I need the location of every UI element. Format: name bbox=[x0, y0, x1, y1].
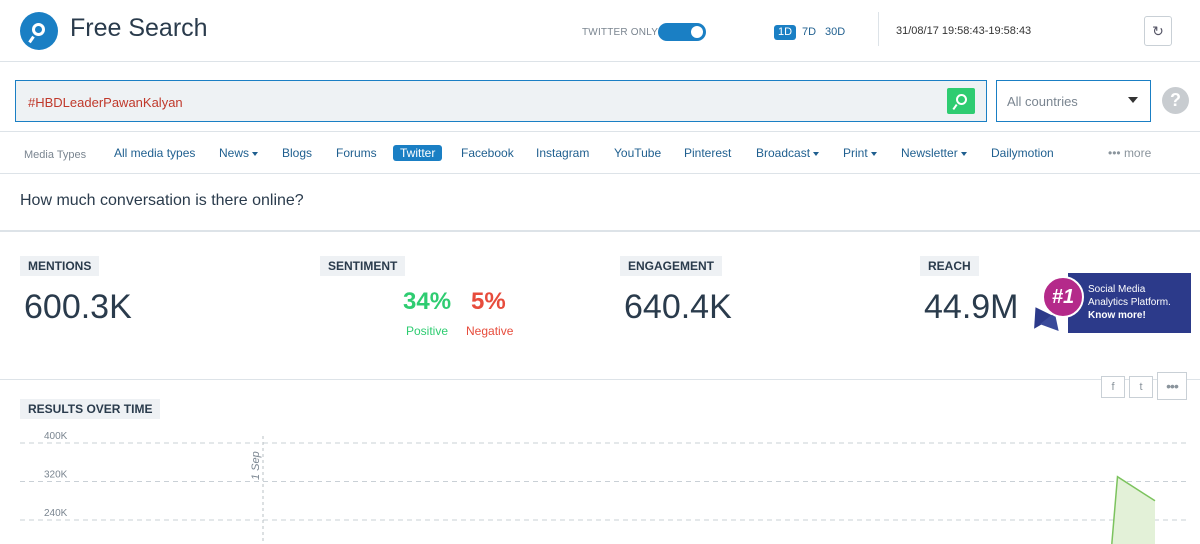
promo-text: Social Media Analytics Platform. Know mo… bbox=[1088, 284, 1171, 321]
media-news-dropdown[interactable]: News bbox=[219, 146, 259, 160]
country-select[interactable]: All countries bbox=[996, 80, 1151, 122]
search-input[interactable] bbox=[28, 92, 928, 112]
facebook-icon: f bbox=[1111, 381, 1115, 393]
search-icon bbox=[956, 94, 967, 105]
media-blogs[interactable]: Blogs bbox=[282, 146, 312, 160]
more-options-button[interactable]: ••• bbox=[1157, 372, 1187, 400]
media-facebook[interactable]: Facebook bbox=[461, 146, 514, 160]
app-title: Free Search bbox=[70, 14, 208, 42]
search-button[interactable] bbox=[947, 88, 975, 114]
refresh-icon: ↻ bbox=[1152, 23, 1164, 39]
stats-row: MENTIONS 600.3K SENTIMENT 34% Positive 5… bbox=[0, 232, 1200, 380]
media-broadcast-dropdown[interactable]: Broadcast bbox=[756, 146, 820, 160]
reach-value: 44.9M bbox=[924, 288, 1019, 326]
award-badge-icon: #1 bbox=[1042, 276, 1084, 318]
help-icon[interactable]: ? bbox=[1162, 87, 1189, 114]
chevron-down-icon bbox=[870, 151, 877, 156]
media-types-label: Media Types bbox=[24, 149, 87, 161]
chevron-down-icon bbox=[960, 151, 967, 156]
range-7d-button[interactable]: 7D bbox=[802, 25, 816, 40]
datetime-range[interactable]: 31/08/17 19:58:43-19:58:43 bbox=[896, 25, 1031, 37]
search-box bbox=[15, 80, 987, 122]
mentions-label: MENTIONS bbox=[20, 256, 100, 276]
y-tick-label: 320K bbox=[44, 470, 68, 481]
engagement-value: 640.4K bbox=[624, 288, 732, 326]
caret-down-icon bbox=[1128, 97, 1138, 103]
search-row: All countries ? bbox=[0, 62, 1200, 132]
question-row: How much conversation is there online? bbox=[0, 174, 1200, 232]
media-more-button[interactable]: ••• more bbox=[1108, 146, 1151, 160]
media-pinterest[interactable]: Pinterest bbox=[684, 146, 731, 160]
sentiment-negative-pct: 5% bbox=[471, 288, 506, 315]
share-facebook-button[interactable]: f bbox=[1101, 376, 1125, 398]
twitter-only-toggle[interactable] bbox=[658, 23, 706, 41]
chevron-down-icon bbox=[813, 151, 820, 156]
sentiment-positive-label: Positive bbox=[406, 324, 449, 338]
country-select-value: All countries bbox=[1007, 94, 1078, 109]
sentiment-positive-pct: 34% bbox=[403, 288, 452, 315]
results-chart: 400K 320K 240K 1 Sep bbox=[20, 431, 1190, 544]
media-newsletter-dropdown[interactable]: Newsletter bbox=[901, 146, 967, 160]
media-types-bar: Media Types All media types News Blogs F… bbox=[0, 132, 1200, 174]
ellipsis-icon: ••• bbox=[1166, 378, 1179, 394]
media-forums[interactable]: Forums bbox=[336, 146, 377, 160]
sentiment-negative-label: Negative bbox=[466, 324, 514, 338]
header-divider bbox=[878, 12, 879, 46]
share-twitter-button[interactable]: t bbox=[1129, 376, 1153, 398]
reach-label: REACH bbox=[920, 256, 979, 276]
y-tick-label: 240K bbox=[44, 508, 68, 519]
range-1d-button[interactable]: 1D bbox=[774, 25, 797, 40]
mentions-value: 600.3K bbox=[24, 288, 132, 326]
sentiment-label: SENTIMENT bbox=[320, 256, 406, 276]
date-marker-label: 1 Sep bbox=[250, 451, 262, 480]
chart-grid bbox=[20, 442, 1190, 521]
engagement-label: ENGAGEMENT bbox=[620, 256, 723, 276]
chart-y-ticks: 400K 320K 240K bbox=[44, 431, 68, 519]
range-30d-button[interactable]: 30D bbox=[825, 25, 845, 40]
promo-cta[interactable]: Know more! bbox=[1088, 310, 1146, 321]
section-question: How much conversation is there online? bbox=[20, 192, 304, 209]
results-over-time-label: RESULTS OVER TIME bbox=[20, 399, 161, 419]
media-print-dropdown[interactable]: Print bbox=[843, 146, 877, 160]
chevron-down-icon bbox=[252, 151, 259, 156]
media-youtube[interactable]: YouTube bbox=[614, 146, 661, 160]
toggle-knob bbox=[691, 26, 703, 38]
twitter-only-label: TWITTER ONLY bbox=[582, 27, 659, 38]
twitter-icon: t bbox=[1139, 381, 1143, 393]
media-twitter[interactable]: Twitter bbox=[393, 145, 443, 161]
media-dailymotion[interactable]: Dailymotion bbox=[991, 146, 1054, 160]
media-instagram[interactable]: Instagram bbox=[536, 146, 589, 160]
logo-search-icon[interactable] bbox=[20, 12, 58, 50]
top-header: Free Search TWITTER ONLY 1D 7D 30D 31/08… bbox=[0, 0, 1200, 62]
refresh-button[interactable]: ↻ bbox=[1144, 16, 1172, 46]
promo-banner[interactable]: Social Media Analytics Platform. Know mo… bbox=[1068, 273, 1191, 333]
media-all-types[interactable]: All media types bbox=[114, 146, 195, 160]
y-tick-label: 400K bbox=[44, 431, 68, 442]
